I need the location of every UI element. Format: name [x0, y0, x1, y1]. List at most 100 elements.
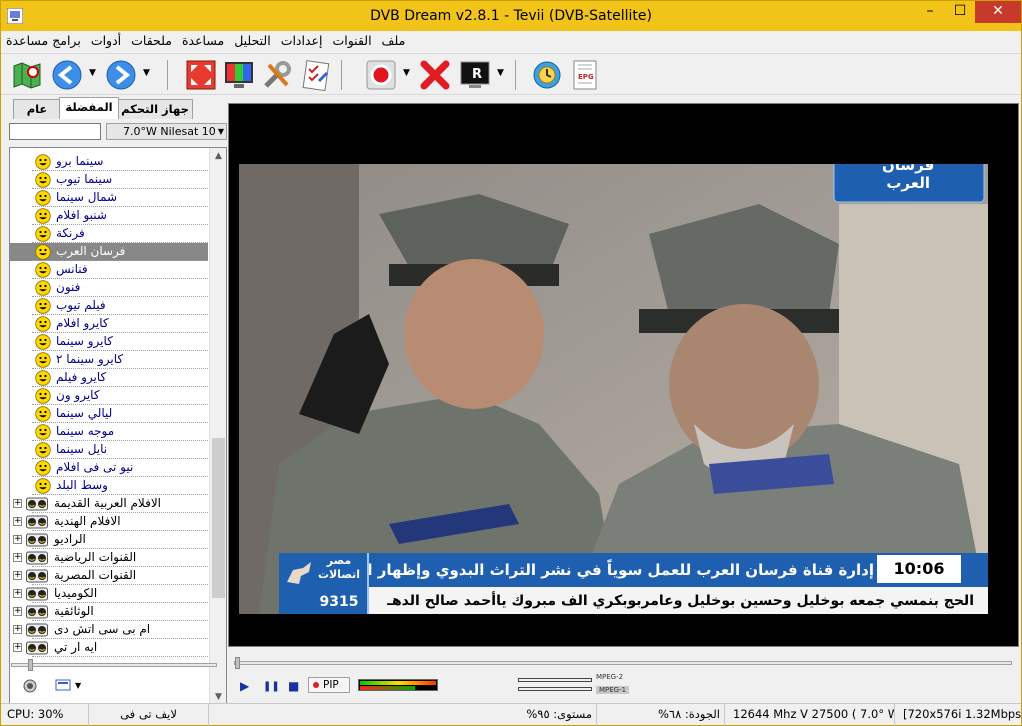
channel-list-scrollbar[interactable]: ▲ ▼: [209, 148, 226, 706]
channel-row[interactable]: شمال سينما: [10, 189, 208, 207]
maximize-button[interactable]: ☐: [945, 1, 975, 23]
channel-row[interactable]: كايرو فيلم: [10, 369, 208, 387]
channel-row[interactable]: نيو تى فى افلام: [10, 459, 208, 477]
tab-favorites[interactable]: المفضلة: [59, 97, 119, 119]
title-bar[interactable]: DVB Dream v2.8.1 - Tevii (DVB-Satellite)…: [1, 1, 1021, 31]
delete-x-icon[interactable]: [419, 59, 451, 91]
scroll-thumb[interactable]: [212, 438, 225, 598]
scroll-up-icon[interactable]: ▲: [210, 148, 226, 165]
smiley-icon: [35, 316, 51, 332]
status-bar: CPU: 30% لايف تى فى مستوى: ٩٥% الجودة: ٦…: [1, 703, 1021, 726]
channel-row[interactable]: سينما برو: [10, 153, 208, 171]
smiley-icon: [35, 334, 51, 350]
video-display[interactable]: فرسان العرب إدارة قناة فرسان العرب للعمل…: [239, 164, 988, 614]
toolbar-separator: [515, 60, 516, 90]
status-channel: لايف تى فى: [89, 704, 209, 726]
channel-name: كايرو سينما ٢: [56, 352, 124, 366]
channel-row[interactable]: سينما تيوب: [10, 171, 208, 189]
channel-group-row[interactable]: + الافلام العربية القديمة: [10, 495, 208, 513]
expand-plus-icon[interactable]: +: [13, 625, 22, 634]
channel-group-row[interactable]: + القنوات الرياضية: [10, 549, 208, 567]
play-icon[interactable]: ▶: [240, 679, 249, 693]
channel-group-row[interactable]: + ايه ار تي: [10, 639, 208, 657]
channel-row[interactable]: نايل سينما: [10, 441, 208, 459]
menu-help[interactable]: مساعدة: [177, 31, 229, 51]
expand-plus-icon[interactable]: +: [13, 589, 22, 598]
record-icon[interactable]: [365, 59, 397, 91]
seek-slider[interactable]: [234, 657, 1012, 669]
screen-icon[interactable]: [55, 679, 71, 693]
channel-group-row[interactable]: + الافلام الهندية: [10, 513, 208, 531]
expand-plus-icon[interactable]: +: [13, 607, 22, 616]
channel-row[interactable]: فنون: [10, 279, 208, 297]
tab-general[interactable]: عام: [13, 99, 61, 119]
channel-row[interactable]: وسط البلد: [10, 477, 208, 495]
globe-clock-icon[interactable]: [531, 59, 563, 91]
group-folder-icon: [26, 533, 48, 547]
contact-text: مصر اتصالات: [311, 554, 367, 582]
group-name: الوثائقية: [54, 604, 94, 618]
expand-plus-icon[interactable]: +: [13, 643, 22, 652]
channel-filter-input[interactable]: [9, 123, 101, 140]
screen-menu-chevron-icon[interactable]: ▼: [75, 681, 81, 690]
volume-slider[interactable]: [11, 659, 217, 671]
checklist-icon[interactable]: [299, 59, 331, 91]
expand-plus-icon[interactable]: +: [13, 499, 22, 508]
menu-file[interactable]: ملف: [377, 31, 411, 51]
menu-tools[interactable]: أدوات: [86, 31, 126, 51]
channel-row[interactable]: فرنكة: [10, 225, 208, 243]
tools-icon[interactable]: [261, 59, 293, 91]
channel-row[interactable]: كايرو ون: [10, 387, 208, 405]
close-button[interactable]: ✕: [975, 1, 1021, 23]
channel-row[interactable]: موجه سينما: [10, 423, 208, 441]
back-arrow-icon[interactable]: [51, 59, 83, 91]
expand-plus-icon[interactable]: +: [13, 517, 22, 526]
seek-slider-knob[interactable]: [235, 657, 240, 669]
channel-group-row[interactable]: + الراديو: [10, 531, 208, 549]
forward-arrow-icon[interactable]: [105, 59, 137, 91]
r-menu-chevron-icon[interactable]: ▼: [497, 68, 504, 78]
speaker-icon[interactable]: [23, 679, 37, 693]
forward-menu-chevron-icon[interactable]: ▼: [143, 68, 150, 78]
menu-channels[interactable]: القنوات: [327, 31, 376, 51]
channel-group-row[interactable]: + ام بى سى اتش دى: [10, 621, 208, 639]
pause-icon[interactable]: ❚❚: [263, 681, 280, 692]
expand-plus-icon[interactable]: +: [13, 553, 22, 562]
fullscreen-icon[interactable]: [185, 59, 217, 91]
monitor-colors-icon[interactable]: [223, 59, 255, 91]
menu-settings[interactable]: إعدادات: [276, 31, 328, 51]
expand-plus-icon[interactable]: +: [13, 535, 22, 544]
channel-list[interactable]: ▲ ▼ سينما برو سينما تيوب شمال سينما شنبو اف…: [9, 147, 227, 707]
menu-analysis[interactable]: التحليل: [229, 31, 276, 51]
stop-icon[interactable]: ■: [288, 679, 299, 693]
expand-plus-icon[interactable]: +: [13, 571, 22, 580]
pip-button[interactable]: PIP: [308, 677, 350, 693]
channel-row[interactable]: كايرو افلام: [10, 315, 208, 333]
record-menu-chevron-icon[interactable]: ▼: [403, 68, 410, 78]
channel-row[interactable]: كايرو سينما: [10, 333, 208, 351]
channel-group-row[interactable]: + الوثائقية: [10, 603, 208, 621]
menu-utilities[interactable]: برامج مساعدة: [1, 31, 86, 51]
back-menu-chevron-icon[interactable]: ▼: [89, 68, 96, 78]
map-icon[interactable]: [11, 59, 43, 91]
contact-number: 9315: [319, 594, 359, 610]
group-folder-icon: [26, 605, 48, 619]
volume-slider-knob[interactable]: [28, 659, 33, 671]
channel-row[interactable]: فنانس: [10, 261, 208, 279]
channel-row[interactable]: ليالي سينما: [10, 405, 208, 423]
channel-name: كايرو افلام: [56, 316, 109, 330]
channel-row[interactable]: فرسان العرب: [10, 243, 208, 261]
channel-group-row[interactable]: + الكوميديا: [10, 585, 208, 603]
channel-row[interactable]: كايرو سينما ٢: [10, 351, 208, 369]
toolbar: ▼ ▼ ▼ R ▼ EPG: [1, 53, 1021, 95]
minimize-button[interactable]: –: [915, 1, 945, 23]
tab-remote[interactable]: جهاز التحكم: [117, 99, 193, 119]
contact-line-2: اتصالات: [317, 568, 361, 581]
smiley-icon: [35, 460, 51, 476]
channel-row[interactable]: شنبو افلام: [10, 207, 208, 225]
satellite-select[interactable]: 7.0°W Nilesat 10 ▼: [106, 123, 227, 140]
channel-name: نايل سينما: [56, 442, 108, 456]
channel-row[interactable]: فيلم تيوب: [10, 297, 208, 315]
channel-group-row[interactable]: + القنوات المصرية: [10, 567, 208, 585]
menu-plugins[interactable]: ملحقات: [126, 31, 177, 51]
